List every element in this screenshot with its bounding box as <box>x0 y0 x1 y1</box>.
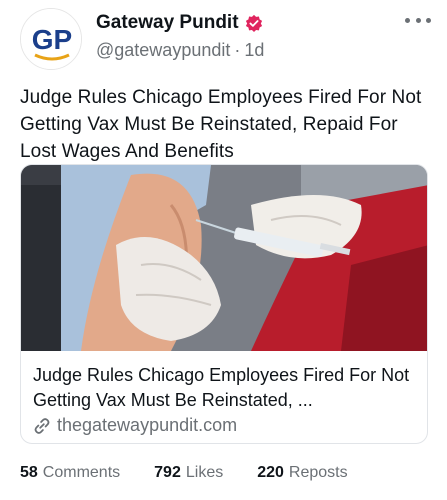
likes-count: 792 <box>154 464 181 481</box>
post-age[interactable]: 1d <box>244 40 264 61</box>
more-dots-icon[interactable] <box>405 12 431 28</box>
separator: · <box>234 40 241 60</box>
gateway-pundit-logo: GP <box>21 9 81 69</box>
avatar[interactable]: GP <box>20 8 82 70</box>
handle-row: @gatewaypundit · 1d <box>96 40 264 61</box>
likes-label: Likes <box>185 464 224 481</box>
display-name[interactable]: Gateway Pundit <box>96 12 239 34</box>
dot <box>426 17 431 23</box>
card-title[interactable]: Judge Rules Chicago Employees Fired For … <box>33 363 423 413</box>
link-card[interactable]: Judge Rules Chicago Employees Fired For … <box>20 164 428 444</box>
card-domain-row[interactable]: thegatewaypundit.com <box>33 415 237 436</box>
avatar-initials: GP <box>32 24 72 55</box>
card-image[interactable] <box>21 165 427 351</box>
dot <box>415 17 421 23</box>
verified-badge-icon <box>245 14 262 32</box>
handle[interactable]: @gatewaypundit <box>96 40 230 61</box>
likes-stat[interactable]: 792 Likes <box>154 464 223 482</box>
card-domain: thegatewaypundit.com <box>57 415 238 435</box>
post-header: GP Gateway Pundit @gatewaypundit · 1d <box>0 0 447 80</box>
name-row: Gateway Pundit <box>96 12 263 34</box>
reposts-stat[interactable]: 220 Reposts <box>257 464 347 482</box>
post-text: Judge Rules Chicago Employees Fired For … <box>20 87 422 162</box>
comments-stat[interactable]: 58 Comments <box>20 464 120 482</box>
comments-label: Comments <box>42 464 121 481</box>
comments-count: 58 <box>20 464 38 481</box>
vaccination-photo <box>21 165 427 351</box>
link-icon <box>34 417 50 434</box>
engagement-stats: 58 Comments 792 Likes 220 Reposts <box>20 464 382 482</box>
reposts-count: 220 <box>257 464 284 481</box>
dot <box>405 17 410 23</box>
reposts-label: Reposts <box>288 464 348 481</box>
